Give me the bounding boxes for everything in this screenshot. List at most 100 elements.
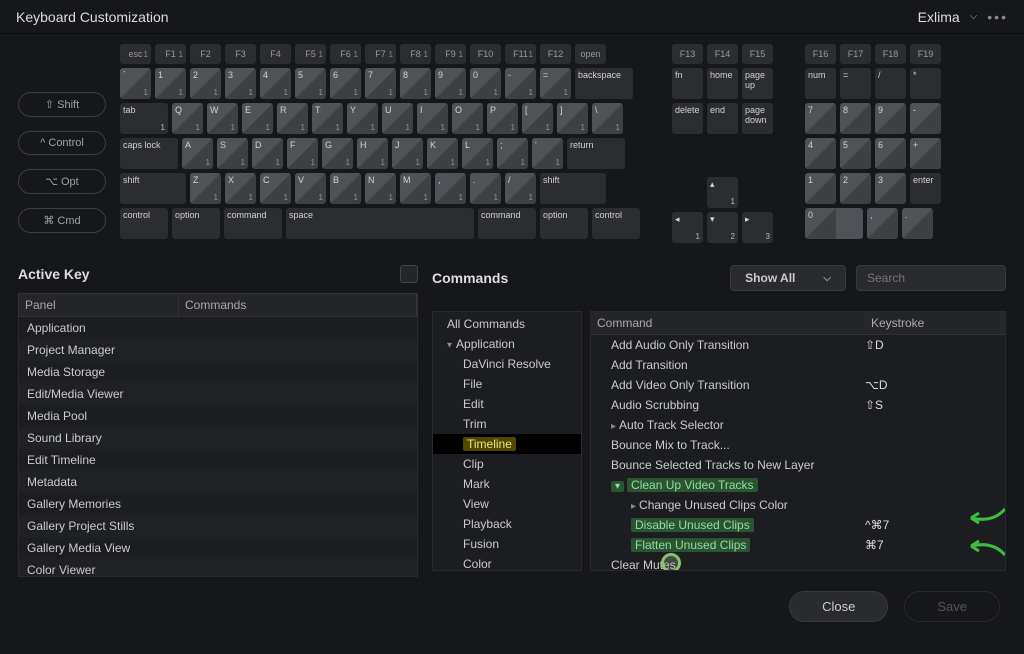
key[interactable]: '1 [532, 138, 563, 169]
key[interactable]: . [902, 208, 933, 239]
key[interactable]: end [707, 103, 738, 134]
search-input[interactable] [856, 265, 1006, 291]
key[interactable]: 31 [225, 68, 256, 99]
key[interactable]: D1 [252, 138, 283, 169]
tree-node[interactable]: View [433, 494, 581, 514]
key[interactable]: F18 [875, 44, 906, 64]
key[interactable]: K1 [427, 138, 458, 169]
key[interactable]: control [592, 208, 640, 239]
key[interactable]: ]1 [557, 103, 588, 134]
showall-dropdown[interactable]: Show All⌵ [730, 265, 846, 291]
key[interactable]: C1 [260, 173, 291, 204]
key[interactable]: backspace [575, 68, 633, 99]
key[interactable]: 4 [805, 138, 836, 169]
key[interactable]: 9 [875, 103, 906, 134]
panel-row[interactable]: Gallery Project Stills [19, 515, 417, 537]
key[interactable]: I1 [417, 103, 448, 134]
key[interactable]: Y1 [347, 103, 378, 134]
command-row[interactable]: Audio Scrubbing⇧S [591, 395, 1005, 415]
key[interactable]: J1 [392, 138, 423, 169]
key[interactable]: M1 [400, 173, 431, 204]
key[interactable]: 51 [295, 68, 326, 99]
key[interactable]: delete [672, 103, 703, 134]
key[interactable]: T1 [312, 103, 343, 134]
key[interactable]: F51 [295, 44, 326, 64]
key[interactable]: ▴1 [707, 177, 738, 208]
command-row[interactable]: ▸Change Unused Clips Color [591, 495, 1005, 515]
key[interactable]: 8 [840, 103, 871, 134]
modifier-button[interactable]: ⌥ Opt [18, 169, 106, 194]
key[interactable]: control [120, 208, 168, 239]
command-row[interactable]: Clear Mutes [591, 555, 1005, 571]
key[interactable]: F111 [505, 44, 536, 64]
key[interactable]: 3 [875, 173, 906, 204]
key[interactable]: tab1 [120, 103, 168, 134]
key[interactable]: enter [910, 173, 941, 204]
key[interactable]: F4 [260, 44, 291, 64]
key[interactable]: command [224, 208, 282, 239]
key[interactable]: X1 [225, 173, 256, 204]
key[interactable]: F16 [805, 44, 836, 64]
key[interactable]: `1 [120, 68, 151, 99]
key[interactable]: ◂1 [672, 212, 703, 243]
key[interactable]: F10 [470, 44, 501, 64]
key[interactable]: F15 [742, 44, 773, 64]
panel-row[interactable]: Metadata [19, 471, 417, 493]
key[interactable]: 0 [805, 208, 863, 239]
key[interactable]: 71 [365, 68, 396, 99]
key[interactable]: F3 [225, 44, 256, 64]
key[interactable]: 81 [400, 68, 431, 99]
key[interactable]: G1 [322, 138, 353, 169]
key[interactable]: home [707, 68, 738, 99]
key[interactable]: B1 [330, 173, 361, 204]
command-row[interactable]: Bounce Selected Tracks to New Layer [591, 455, 1005, 475]
panel-row[interactable]: Gallery Memories [19, 493, 417, 515]
key[interactable]: 21 [190, 68, 221, 99]
tree-node[interactable]: Playback [433, 514, 581, 534]
key[interactable]: V1 [295, 173, 326, 204]
key[interactable]: / [875, 68, 906, 99]
command-row[interactable]: ▾Clean Up Video Tracks [591, 475, 1005, 495]
command-row[interactable]: Add Transition [591, 355, 1005, 375]
key[interactable]: = [840, 68, 871, 99]
preset-dropdown[interactable]: Exlima [918, 9, 960, 25]
panel-row[interactable]: Color Viewer [19, 559, 417, 577]
key[interactable]: 01 [470, 68, 501, 99]
key[interactable]: - [910, 103, 941, 134]
active-key-checkbox[interactable] [400, 265, 418, 283]
key[interactable]: F2 [190, 44, 221, 64]
key[interactable]: num [805, 68, 836, 99]
command-row[interactable]: ▸Auto Track Selector [591, 415, 1005, 435]
key[interactable]: H1 [357, 138, 388, 169]
panel-row[interactable]: Media Storage [19, 361, 417, 383]
key[interactable]: F17 [840, 44, 871, 64]
command-row[interactable]: Flatten Unused Clips⌘7 [591, 535, 1005, 555]
command-row[interactable]: Disable Unused Clips^⌘7 [591, 515, 1005, 535]
save-button[interactable]: Save [904, 591, 1000, 622]
key[interactable]: option [540, 208, 588, 239]
key[interactable]: F13 [672, 44, 703, 64]
key[interactable]: 61 [330, 68, 361, 99]
key[interactable]: 11 [155, 68, 186, 99]
key[interactable]: esc1 [120, 44, 151, 64]
key[interactable]: W1 [207, 103, 238, 134]
modifier-button[interactable]: ^ Control [18, 131, 106, 155]
key[interactable]: P1 [487, 103, 518, 134]
tree-node[interactable]: ▾Application [433, 334, 581, 354]
key[interactable]: [1 [522, 103, 553, 134]
key[interactable]: return [567, 138, 625, 169]
panel-row[interactable]: Media Pool [19, 405, 417, 427]
key[interactable]: 91 [435, 68, 466, 99]
key[interactable]: * [910, 68, 941, 99]
panel-row[interactable]: Gallery Media View [19, 537, 417, 559]
tree-node[interactable]: Timeline [433, 434, 581, 454]
key[interactable]: caps lock [120, 138, 178, 169]
chevron-down-icon[interactable]: ⌵ [970, 11, 978, 22]
modifier-button[interactable]: ⇧ Shift [18, 92, 106, 117]
tree-node[interactable]: Fusion [433, 534, 581, 554]
key[interactable]: =1 [540, 68, 571, 99]
key[interactable]: 1 [805, 173, 836, 204]
modifier-button[interactable]: ⌘ Cmd [18, 208, 106, 233]
key[interactable]: fn [672, 68, 703, 99]
key[interactable]: .1 [470, 173, 501, 204]
